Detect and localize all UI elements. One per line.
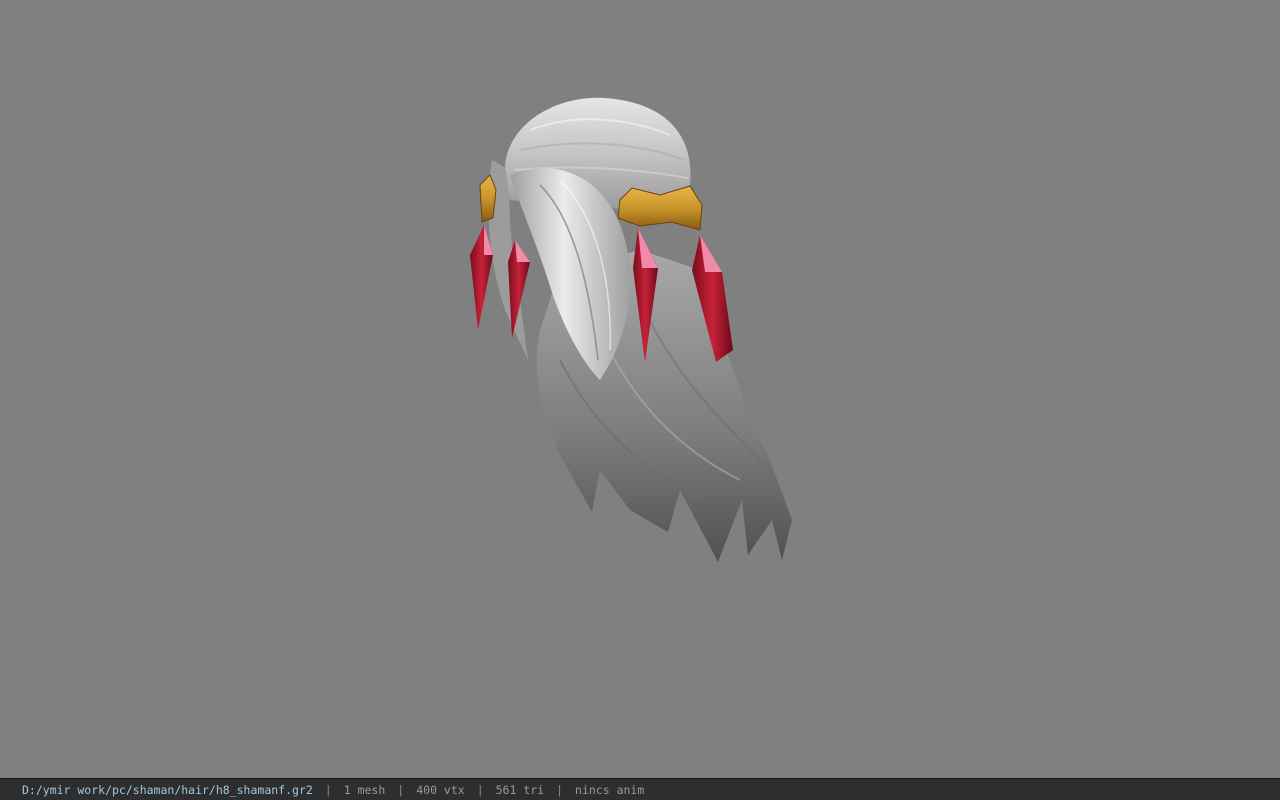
status-bar: D:/ymir work/pc/shaman/hair/h8_shamanf.g… — [0, 778, 1280, 800]
separator: | — [556, 782, 564, 797]
separator: | — [476, 782, 484, 797]
mesh-count: 1 mesh — [343, 782, 386, 797]
hair-model[interactable] — [0, 0, 1280, 778]
3d-viewport[interactable] — [0, 0, 1280, 778]
separator: | — [324, 782, 332, 797]
separator: | — [397, 782, 405, 797]
animation-status: nincs anim — [575, 782, 645, 797]
vertex-count: 400 vtx — [416, 782, 465, 797]
triangle-count: 561 tri — [495, 782, 545, 797]
file-path: D:/ymir work/pc/shaman/hair/h8_shamanf.g… — [22, 782, 313, 797]
